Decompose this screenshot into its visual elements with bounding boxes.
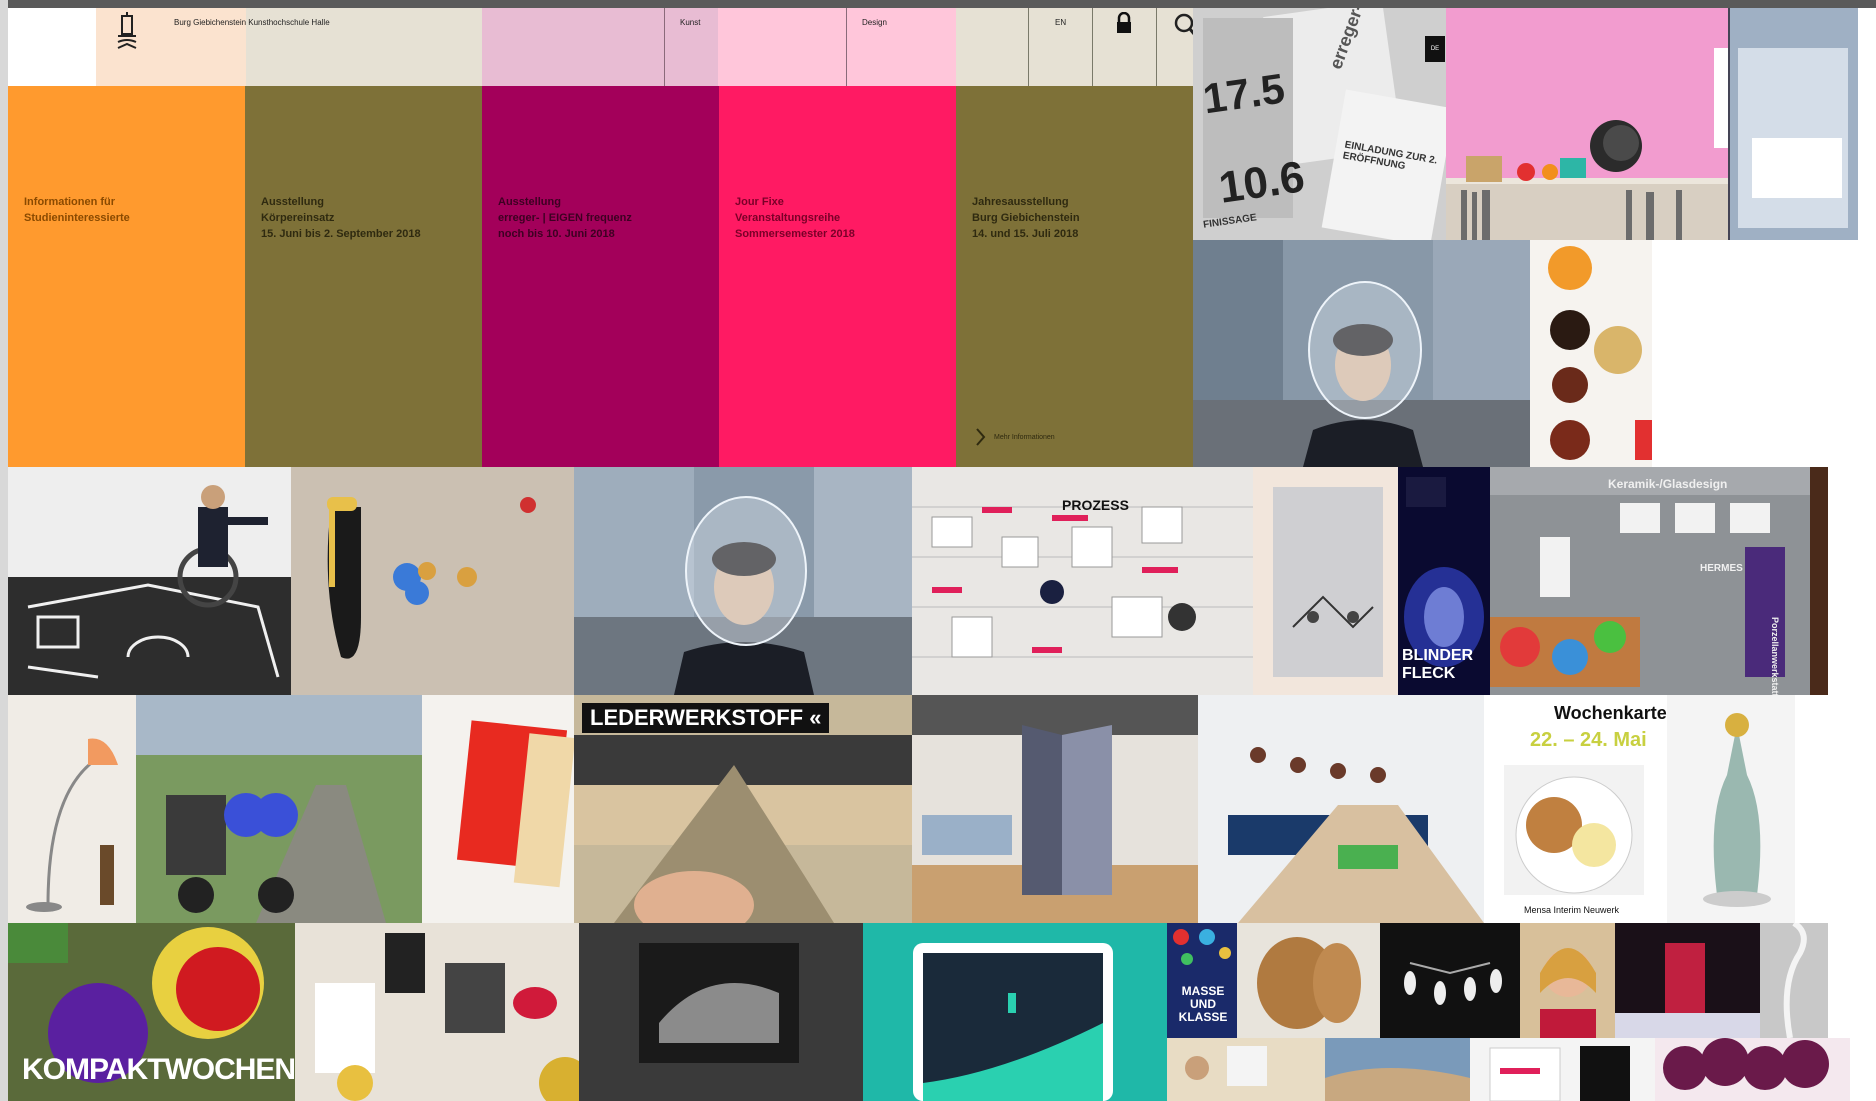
tile-wheelchair[interactable] — [8, 467, 291, 695]
tile-erreger-poster[interactable]: 17.5 10.6 erreger- EINLADUNG ZUR 2. ERÖF… — [1193, 8, 1446, 240]
tile-spices[interactable] — [1530, 240, 1652, 467]
header-segment — [482, 8, 664, 86]
tile-objects-wall[interactable] — [291, 467, 574, 695]
tile-mobile-black[interactable] — [1380, 923, 1520, 1038]
hermes-text: HERMES — [1700, 563, 1743, 574]
nav-design-label: Design — [862, 18, 887, 27]
keramik-sign: Keramik-/Glasdesign — [1608, 477, 1728, 491]
prozess-title: PROZESS — [1062, 497, 1129, 513]
tile-glass-room[interactable] — [1728, 8, 1858, 240]
porzellan-sign: Porzellanwerkstatt — [1770, 617, 1780, 695]
tile-stage-red[interactable] — [1615, 923, 1760, 1038]
tile-book-illustration[interactable] — [1253, 467, 1398, 695]
panel-jour-fixe[interactable]: Jour Fixe Veranstaltungsreihe Sommerseme… — [719, 86, 956, 467]
panel-text: Ausstellung Körpereinsatz 15. Juni bis 2… — [261, 196, 421, 240]
wochenkarte-title: Wochenkarte — [1554, 703, 1667, 723]
tile-bread[interactable] — [1237, 923, 1380, 1038]
de-badge[interactable]: DE — [1425, 36, 1445, 62]
kompaktwochen-title: KOMPAKTWOCHEN — [22, 1053, 295, 1086]
chevron-right-icon — [976, 428, 986, 446]
masse-title: MASSE UND KLASSE — [1178, 984, 1228, 1024]
tile-red-book[interactable] — [422, 695, 574, 923]
tile-prozess-board[interactable]: PROZESS — [912, 467, 1253, 695]
tile-lederwerkstoff[interactable]: LEDERWERKSTOFF « — [574, 695, 912, 923]
tile-documents[interactable] — [1470, 1038, 1655, 1101]
tile-tablet-teal[interactable] — [863, 923, 1167, 1101]
lock-icon[interactable] — [1112, 8, 1136, 86]
tile-portrait-woman[interactable] — [1520, 923, 1615, 1038]
panel-text: Ausstellung erreger- | EIGEN frequenz no… — [498, 196, 632, 240]
tile-smoke[interactable] — [1760, 923, 1828, 1038]
nav-kunst-label: Kunst — [680, 18, 701, 27]
tile-masse-klasse[interactable]: MASSE UND KLASSE — [1167, 923, 1237, 1038]
tile-bubble-head[interactable] — [1193, 240, 1530, 467]
tile-motorbike[interactable] — [136, 695, 422, 923]
de-badge-label: DE — [1430, 46, 1440, 52]
logo-icon[interactable] — [112, 8, 142, 86]
panel-studieninteressierte[interactable]: Informationen für Studieninteressierte — [8, 86, 245, 467]
panel-koerpereinsatz[interactable]: Ausstellung Körpereinsatz 15. Juni bis 2… — [245, 86, 482, 467]
tile-canteen[interactable] — [1198, 695, 1484, 923]
blinder-title: BLINDER FLECK — [1402, 647, 1474, 682]
tile-workshop-people[interactable] — [1167, 1038, 1325, 1101]
mensa-label: Mensa Interim Neuwerk — [1524, 905, 1620, 915]
window-left-border — [0, 0, 8, 1101]
tile-workspace[interactable] — [295, 923, 579, 1101]
tile-wochenkarte[interactable]: Wochenkarte 22. – 24. Mai Mensa Interim … — [1484, 695, 1667, 923]
panel-text: Jour Fixe Veranstaltungsreihe Sommerseme… — [735, 196, 855, 240]
tile-textile-exhibit[interactable] — [912, 695, 1198, 923]
tile-keramik-building[interactable]: Keramik-/Glasdesign HERMES Porzellanwerk… — [1490, 467, 1828, 695]
tile-city-aerial[interactable] — [1325, 1038, 1470, 1101]
tile-studio-shelf[interactable] — [1446, 8, 1728, 240]
tile-pink-tree[interactable] — [1655, 1038, 1850, 1101]
more-info-label: Mehr Informationen — [994, 433, 1055, 441]
tile-kompaktwochen[interactable]: KOMPAKTWOCHEN — [8, 923, 295, 1101]
lang-label: EN — [1055, 18, 1067, 27]
panel-text: Informationen für Studieninteressierte — [24, 196, 130, 224]
more-info-link[interactable]: Mehr Informationen — [976, 428, 1055, 446]
window-top-border — [0, 0, 1876, 8]
header-segment — [956, 8, 1028, 86]
panel-text: Jahresausstellung Burg Giebichenstein 14… — [972, 196, 1080, 240]
tile-floor-lamp[interactable] — [8, 695, 136, 923]
logo-text[interactable]: Burg Giebichenstein Kunsthochschule Hall… — [174, 18, 330, 27]
lederwerkstoff-title: LEDERWERKSTOFF « — [582, 703, 830, 733]
tile-monitor-dark[interactable] — [579, 923, 863, 1101]
wochenkarte-date: 22. – 24. Mai — [1530, 729, 1647, 751]
tile-bubble-head-2[interactable] — [574, 467, 912, 695]
tile-ceramic-sculpture[interactable] — [1667, 695, 1795, 923]
panel-jahresausstellung[interactable]: Jahresausstellung Burg Giebichenstein 14… — [956, 86, 1193, 467]
tile-blinder-fleck[interactable]: BLINDER FLECK — [1398, 467, 1490, 695]
panel-erreger[interactable]: Ausstellung erreger- | EIGEN frequenz no… — [482, 86, 719, 467]
header-segment — [718, 8, 846, 86]
